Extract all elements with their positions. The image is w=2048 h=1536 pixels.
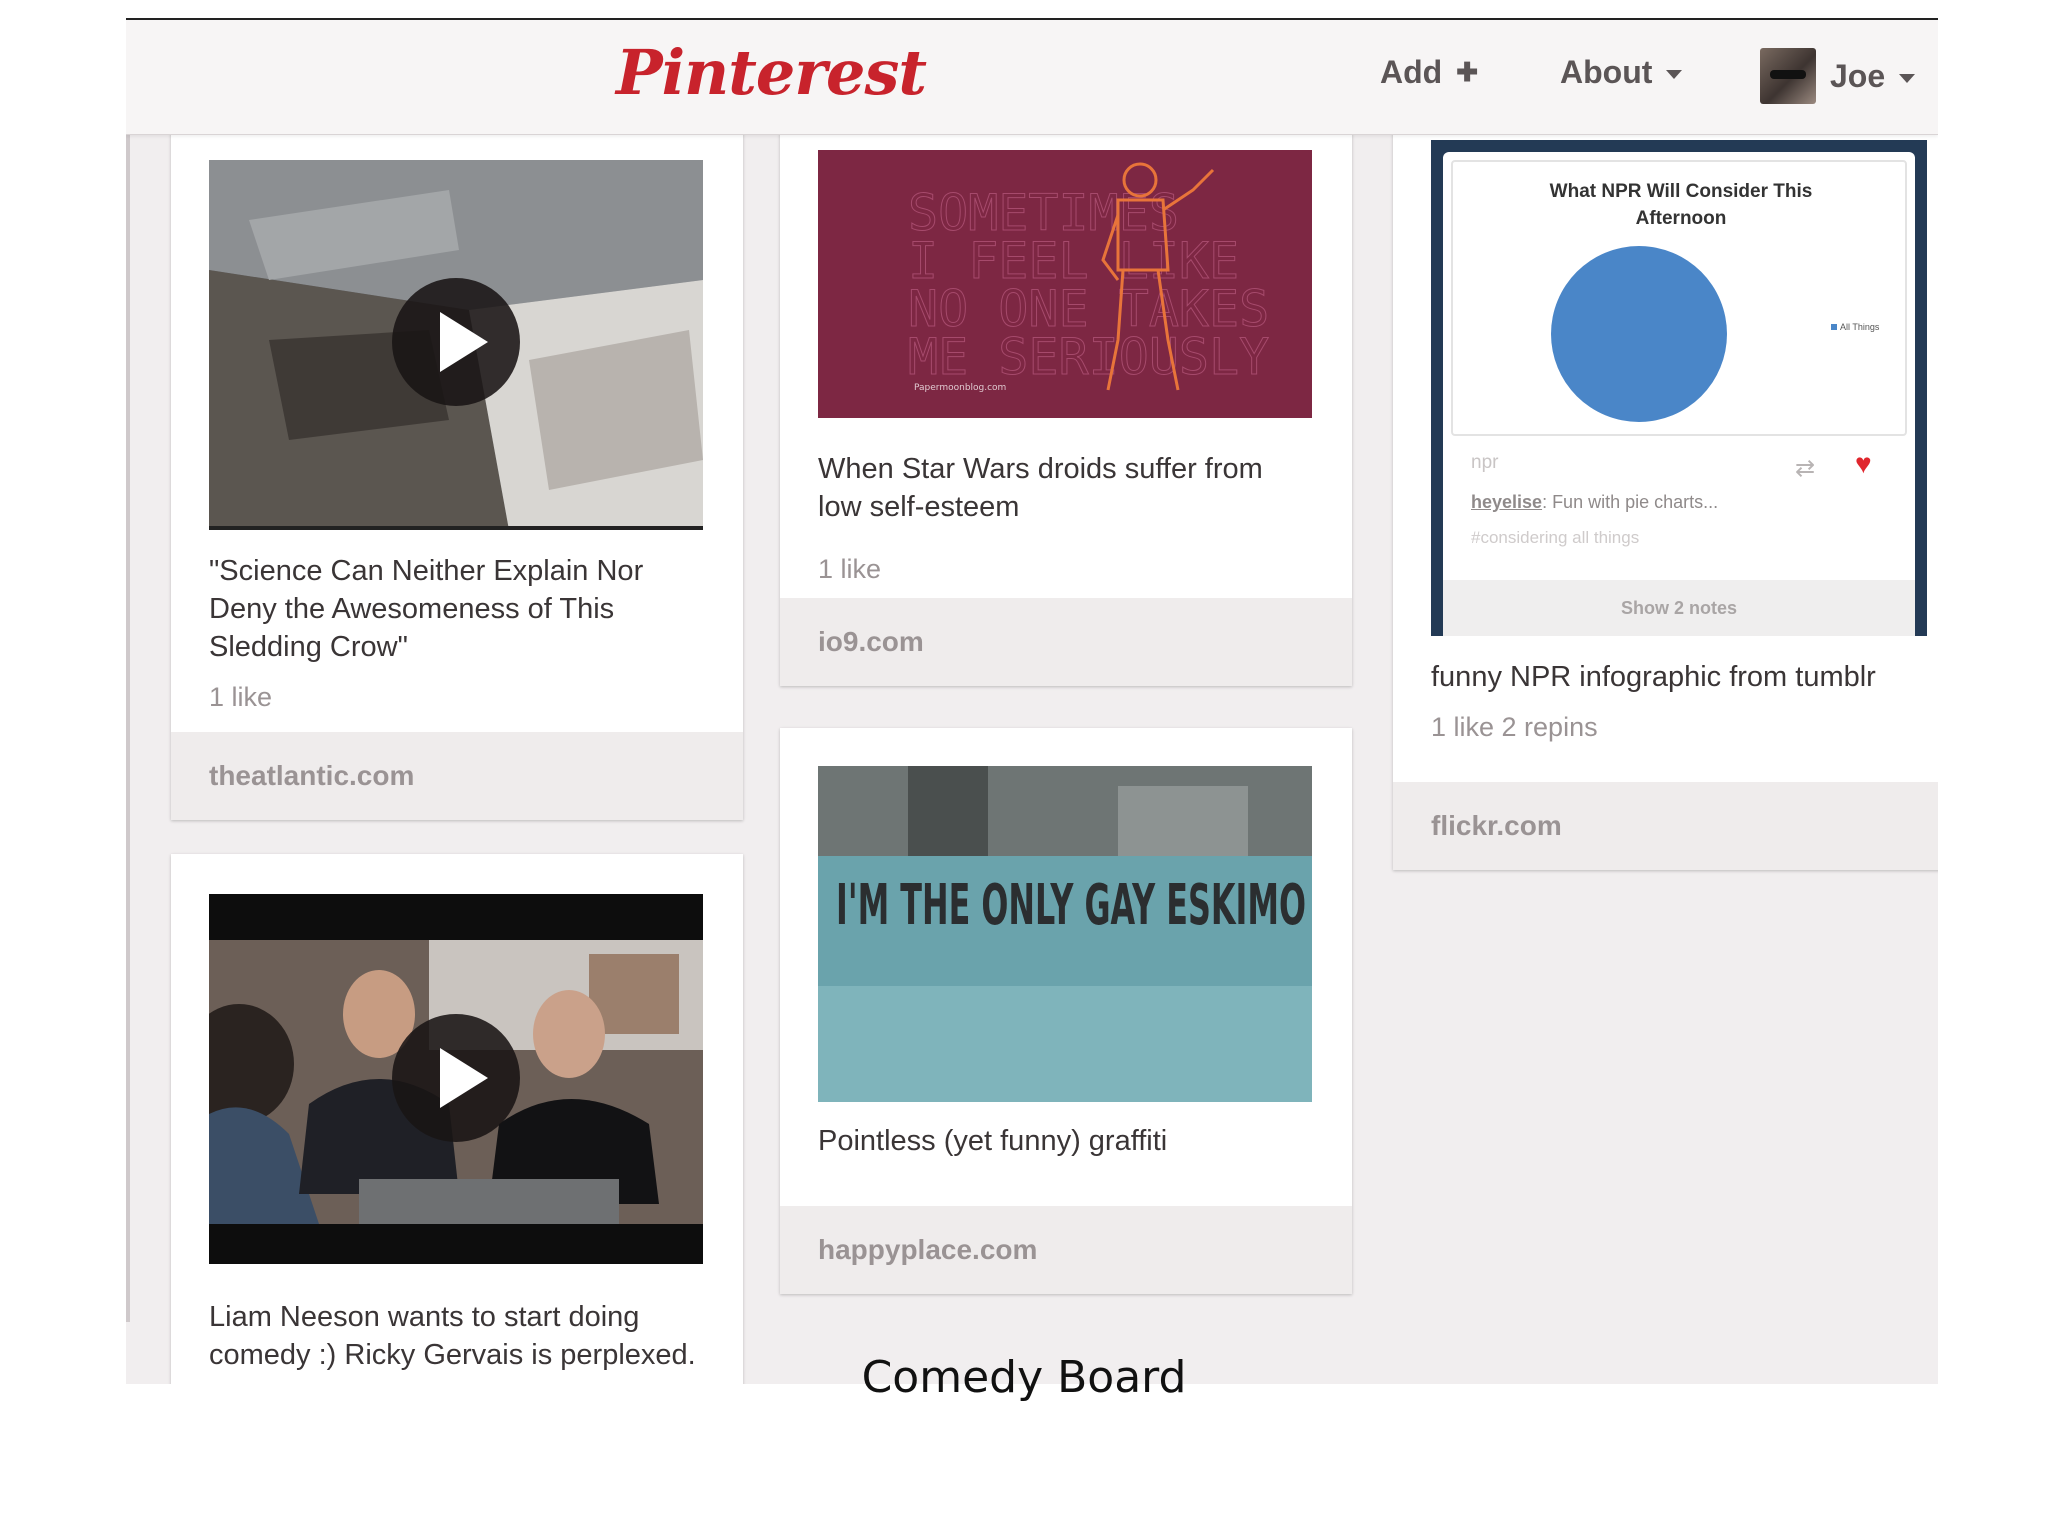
- pin-image[interactable]: I'M THE ONLY GAY ESKIMO: [818, 766, 1312, 1102]
- pin-card[interactable]: "Science Can Neither Explain Nor Deny th…: [171, 120, 743, 820]
- pin-video-thumbnail[interactable]: [209, 894, 703, 1264]
- pie-chart: [1551, 246, 1727, 422]
- pin-source[interactable]: happyplace.com: [780, 1206, 1352, 1294]
- pin-card[interactable]: Liam Neeson wants to start doing comedy …: [171, 854, 743, 1384]
- post-tag[interactable]: #considering all things: [1471, 528, 1639, 548]
- pin-image[interactable]: SOMETIMES I FEEL LIKE NO ONE TAKES ME SE…: [818, 150, 1312, 418]
- chevron-down-icon: [1899, 73, 1916, 83]
- pin-likes[interactable]: 1 like: [818, 554, 881, 585]
- add-label: Add: [1380, 54, 1443, 90]
- heart-icon[interactable]: ♥: [1855, 448, 1872, 480]
- pin-description: "Science Can Neither Explain Nor Deny th…: [209, 555, 644, 663]
- graffiti-wall-image: I'M THE ONLY GAY ESKIMO: [818, 766, 1312, 1102]
- pinterest-logo[interactable]: Pinterest: [616, 36, 927, 109]
- pin-card[interactable]: I'M THE ONLY GAY ESKIMO Pointless (yet f…: [780, 728, 1352, 1294]
- post-user[interactable]: heyelise: [1471, 492, 1542, 512]
- poster-credit: Papermoonblog.com: [914, 383, 1006, 393]
- infographic-title: What NPR Will Consider This Afternoon: [1549, 181, 1813, 229]
- about-label: About: [1560, 54, 1653, 90]
- avatar: [1760, 48, 1816, 104]
- about-menu[interactable]: About: [1560, 54, 1683, 91]
- user-name: Joe: [1830, 57, 1886, 94]
- pin-source[interactable]: theatlantic.com: [171, 732, 743, 820]
- pie-legend: All Things: [1831, 322, 1879, 332]
- pin-description: funny NPR infographic from tumblr: [1431, 661, 1876, 693]
- poster-text-line: ME SERIOUSLY: [908, 328, 1269, 386]
- reblog-icon[interactable]: ⇄: [1795, 454, 1815, 483]
- pin-source[interactable]: io9.com: [780, 598, 1352, 686]
- pin-source[interactable]: flickr.com: [1393, 782, 1938, 870]
- pinterest-screenshot: Pinterest Add ✚ About Joe "Science Can N…: [126, 20, 1938, 1384]
- graffiti-text: I'M THE ONLY GAY ESKIMO: [836, 873, 1306, 938]
- droid-poster-image: SOMETIMES I FEEL LIKE NO ONE TAKES ME SE…: [818, 150, 1312, 418]
- slide-caption: Comedy Board: [861, 1352, 1187, 1403]
- pin-video-thumbnail[interactable]: [209, 160, 703, 530]
- pin-description: Pointless (yet funny) graffiti: [818, 1125, 1168, 1157]
- pin-image[interactable]: What NPR Will Consider This Afternoon Al…: [1431, 140, 1927, 636]
- left-edge: [126, 42, 130, 1322]
- pin-likes[interactable]: 1 like: [209, 682, 272, 713]
- chevron-down-icon: [1666, 70, 1683, 79]
- legend-label: All Things: [1840, 322, 1880, 332]
- post-source[interactable]: npr: [1471, 452, 1498, 474]
- pin-stats[interactable]: 1 like 2 repins: [1431, 712, 1598, 743]
- plus-icon: ✚: [1456, 57, 1478, 87]
- play-icon[interactable]: [392, 1014, 520, 1142]
- tumblr-post: What NPR Will Consider This Afternoon Al…: [1443, 152, 1915, 636]
- header-bar: Pinterest Add ✚ About Joe: [126, 20, 1938, 135]
- user-menu[interactable]: Joe: [1760, 48, 1916, 104]
- pin-card[interactable]: What NPR Will Consider This Afternoon Al…: [1393, 120, 1938, 870]
- infographic-frame: What NPR Will Consider This Afternoon Al…: [1451, 160, 1907, 436]
- play-icon[interactable]: [392, 278, 520, 406]
- show-notes-button[interactable]: Show 2 notes: [1443, 580, 1915, 636]
- legend-swatch: [1831, 324, 1837, 330]
- pin-card[interactable]: SOMETIMES I FEEL LIKE NO ONE TAKES ME SE…: [780, 120, 1352, 686]
- post-caption: heyelise: Fun with pie charts...: [1471, 492, 1718, 513]
- pin-description: When Star Wars droids suffer from low se…: [818, 453, 1263, 523]
- add-menu[interactable]: Add ✚: [1380, 54, 1478, 91]
- post-text: : Fun with pie charts...: [1542, 492, 1719, 512]
